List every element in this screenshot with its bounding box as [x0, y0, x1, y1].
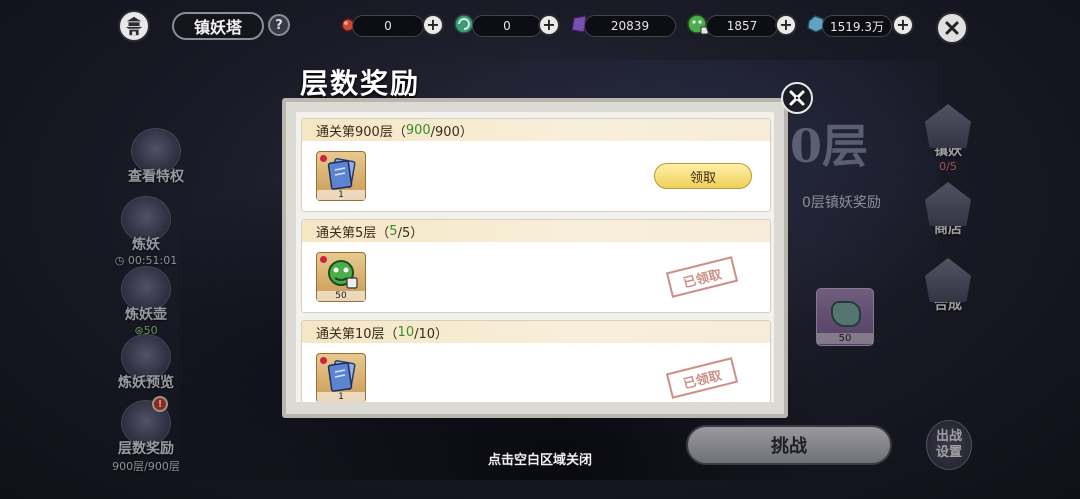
reward-item[interactable]: 1: [316, 353, 366, 402]
item-quantity: 50: [317, 291, 365, 301]
reward-card: 通关第10层（ 10/10） 1 已领取: [301, 320, 771, 402]
close-icon[interactable]: [781, 82, 813, 114]
claim-button[interactable]: 领取: [654, 163, 752, 189]
add-resource-button[interactable]: +: [775, 14, 797, 36]
resource-value: 1857: [706, 15, 778, 37]
add-resource-button[interactable]: +: [422, 14, 444, 36]
resource-value: 1519.3万: [822, 15, 892, 37]
reward-condition: 通关第10层（ 10/10）: [302, 321, 770, 343]
tower-name: 镇妖塔: [172, 12, 264, 40]
progress-total: /5）: [397, 225, 424, 241]
condition-text: 通关第10层（: [316, 326, 398, 342]
progress-current: 900: [405, 122, 431, 138]
reward-card: 通关第5层（ 5/5） 50 已领取: [301, 219, 771, 313]
close-icon[interactable]: [936, 12, 968, 44]
item-quantity: 1: [317, 190, 365, 200]
reward-card: 通关第900层（ 900/900） 1 领取: [301, 118, 771, 212]
resource-value: 20839: [584, 15, 676, 37]
help-button[interactable]: ?: [268, 14, 290, 36]
add-resource-button[interactable]: +: [538, 14, 560, 36]
claimed-stamp: 已领取: [665, 256, 739, 298]
pagoda-home-icon: [125, 16, 143, 36]
progress-total: /900）: [430, 124, 473, 140]
resource-value: 0: [472, 15, 542, 37]
reward-condition: 通关第900层（ 900/900）: [302, 119, 770, 141]
tap-to-close-hint: 点击空白区域关闭: [487, 453, 592, 468]
claimed-stamp: 已领取: [665, 357, 739, 399]
progress-current: 5: [389, 223, 398, 239]
progress-current: 10: [397, 324, 415, 340]
blue-card-icon: [327, 360, 356, 392]
progress-total: /10）: [414, 326, 449, 342]
blue-card-icon: [327, 158, 356, 190]
modal-title: 层数奖励: [300, 67, 421, 100]
condition-text: 通关第5层（: [316, 225, 390, 241]
reward-condition: 通关第5层（ 5/5）: [302, 220, 770, 242]
item-quantity: 1: [317, 392, 365, 402]
lock-icon: [320, 357, 327, 364]
lock-icon: [320, 155, 327, 162]
reward-item[interactable]: 50: [316, 252, 366, 302]
resource-value: 0: [352, 15, 424, 37]
green-beast-lock-icon: [328, 260, 358, 289]
home-button[interactable]: [118, 10, 150, 42]
condition-text: 通关第900层（: [316, 124, 406, 140]
top-bar: 镇妖塔 ? 0 + 0 + 20839 1857 + 1519.3万 +: [0, 0, 1080, 52]
add-resource-button[interactable]: +: [892, 14, 914, 36]
reward-list[interactable]: 通关第900层（ 900/900） 1 领取 通关第5层（ 5/5） 50 已领…: [296, 112, 774, 402]
reward-item[interactable]: 1: [316, 151, 366, 201]
